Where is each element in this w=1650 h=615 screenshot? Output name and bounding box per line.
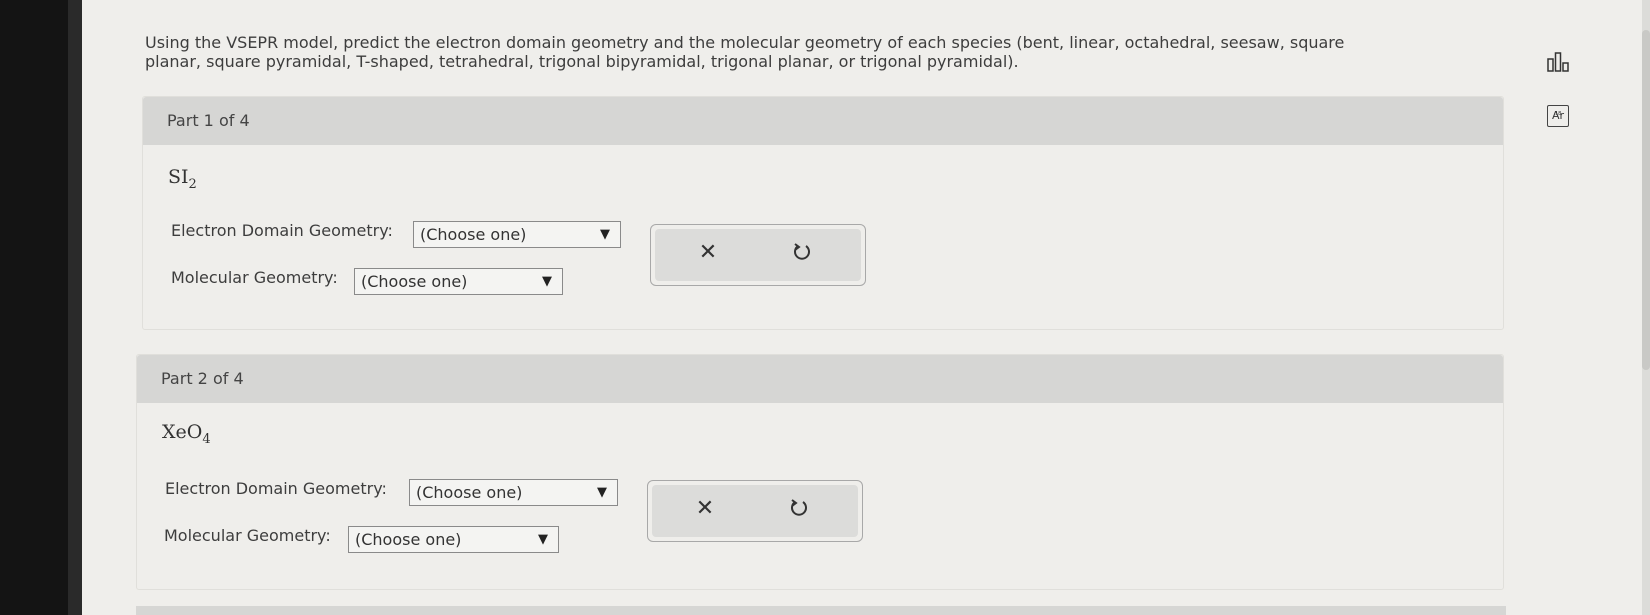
- part-1-molecular-value: (Choose one): [361, 272, 468, 291]
- part-2-header: Part 2 of 4: [137, 355, 1503, 403]
- part-1-molecular-label: Molecular Geometry:: [171, 268, 338, 287]
- question-text: Using the VSEPR model, predict the elect…: [145, 33, 1345, 71]
- part-1-electron-label: Electron Domain Geometry:: [171, 221, 393, 240]
- part-1-formula-main: SI: [168, 166, 189, 188]
- scrollbar-thumb[interactable]: [1642, 30, 1650, 370]
- part-2-electron-select[interactable]: (Choose one) ▼: [409, 479, 618, 506]
- close-icon[interactable]: ✕: [693, 237, 723, 267]
- part-2-molecular-value: (Choose one): [355, 530, 462, 549]
- part-2-formula-sub: 4: [202, 432, 211, 447]
- undo-icon[interactable]: [784, 493, 814, 523]
- periodic-table-icon[interactable]: 18 Ar: [1546, 104, 1570, 128]
- part-1-action-box: ✕: [650, 224, 866, 286]
- part-2-molecular-select[interactable]: (Choose one) ▼: [348, 526, 559, 553]
- undo-icon[interactable]: [787, 237, 817, 267]
- part-2-panel: Part 2 of 4: [136, 354, 1504, 590]
- part-2-electron-label: Electron Domain Geometry:: [165, 479, 387, 498]
- part-2-electron-value: (Choose one): [416, 483, 523, 502]
- part-2-formula: XeO4: [162, 421, 211, 447]
- close-icon[interactable]: ✕: [690, 493, 720, 523]
- chevron-down-icon: ▼: [597, 485, 607, 500]
- chevron-down-icon: ▼: [600, 227, 610, 242]
- part-1-electron-value: (Choose one): [420, 225, 527, 244]
- part-2-molecular-label: Molecular Geometry:: [164, 526, 331, 545]
- bar-chart-icon[interactable]: [1546, 50, 1570, 74]
- part-2-action-box: ✕: [647, 480, 863, 542]
- part-3-header-edge: [136, 606, 1506, 615]
- screen-bezel-edge: [68, 0, 82, 615]
- part-2-formula-main: XeO: [162, 421, 203, 443]
- chevron-down-icon: ▼: [542, 274, 552, 289]
- part-1-header: Part 1 of 4: [143, 97, 1503, 145]
- part-1-panel: Part 1 of 4: [142, 96, 1504, 330]
- chevron-down-icon: ▼: [538, 532, 548, 547]
- part-1-electron-select[interactable]: (Choose one) ▼: [413, 221, 621, 248]
- part-1-formula-sub: 2: [188, 177, 197, 192]
- part-1-formula: SI2: [168, 166, 197, 192]
- part-1-molecular-select[interactable]: (Choose one) ▼: [354, 268, 563, 295]
